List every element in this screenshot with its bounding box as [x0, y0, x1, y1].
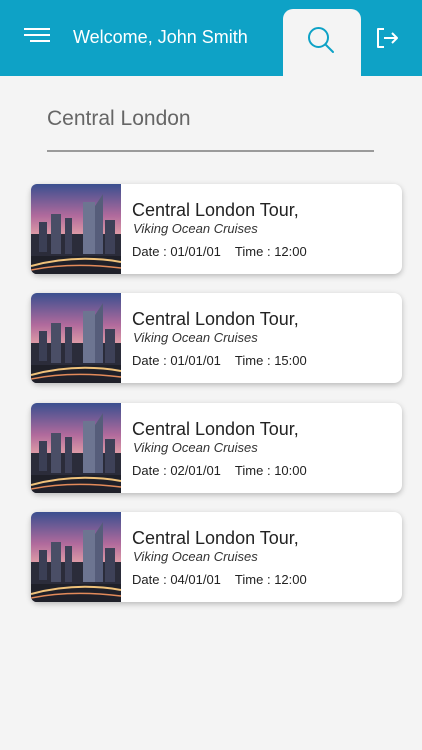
date-label: Date : [132, 244, 167, 259]
time-label: Time : [234, 353, 271, 368]
tour-meta: Date : 01/01/01 Time : 15:00 [132, 353, 307, 369]
tour-operator: Viking Ocean Cruises [133, 549, 258, 564]
tour-operator: Viking Ocean Cruises [133, 221, 258, 236]
tour-title: Central London Tour, [132, 200, 299, 220]
tour-thumbnail [31, 184, 121, 274]
tour-date: 01/01/01 [170, 244, 221, 259]
date-label: Date : [132, 353, 167, 368]
tour-time: 12:00 [274, 572, 307, 587]
tour-title: Central London Tour, [132, 419, 299, 439]
tour-operator: Viking Ocean Cruises [133, 440, 258, 455]
tour-meta: Date : 02/01/01 Time : 10:00 [132, 463, 307, 479]
hamburger-menu-icon [24, 28, 50, 42]
tour-date: 02/01/01 [170, 463, 221, 478]
date-label: Date : [132, 463, 167, 478]
time-label: Time : [234, 463, 271, 478]
tour-date: 01/01/01 [170, 353, 221, 368]
app-header: Welcome, John Smith [0, 0, 422, 76]
location-field[interactable]: Central London [47, 104, 374, 152]
tour-time: 15:00 [274, 353, 307, 368]
tour-card[interactable]: Central London Tour, Viking Ocean Cruise… [31, 512, 402, 602]
welcome-text: Welcome, John Smith [73, 27, 248, 47]
tour-meta: Date : 01/01/01 Time : 12:00 [132, 244, 307, 260]
tour-date: 04/01/01 [170, 572, 221, 587]
date-label: Date : [132, 572, 167, 587]
tour-card[interactable]: Central London Tour, Viking Ocean Cruise… [31, 184, 402, 274]
tour-time: 10:00 [274, 463, 307, 478]
tour-card[interactable]: Central London Tour, Viking Ocean Cruise… [31, 403, 402, 493]
location-value: Central London [47, 107, 191, 130]
tour-title: Central London Tour, [132, 309, 299, 329]
tour-meta: Date : 04/01/01 Time : 12:00 [132, 572, 307, 588]
tour-operator: Viking Ocean Cruises [133, 330, 258, 345]
tour-card[interactable]: Central London Tour, Viking Ocean Cruise… [31, 293, 402, 383]
search-tab[interactable] [283, 9, 361, 76]
logout-button[interactable] [374, 25, 400, 51]
time-label: Time : [234, 572, 271, 587]
logout-icon [377, 28, 398, 48]
search-icon [308, 27, 334, 53]
tour-thumbnail [31, 293, 121, 383]
tour-time: 12:00 [274, 244, 307, 259]
menu-button[interactable] [24, 24, 52, 46]
time-label: Time : [234, 244, 271, 259]
tour-title: Central London Tour, [132, 528, 299, 548]
tour-thumbnail [31, 403, 121, 493]
tour-thumbnail [31, 512, 121, 602]
